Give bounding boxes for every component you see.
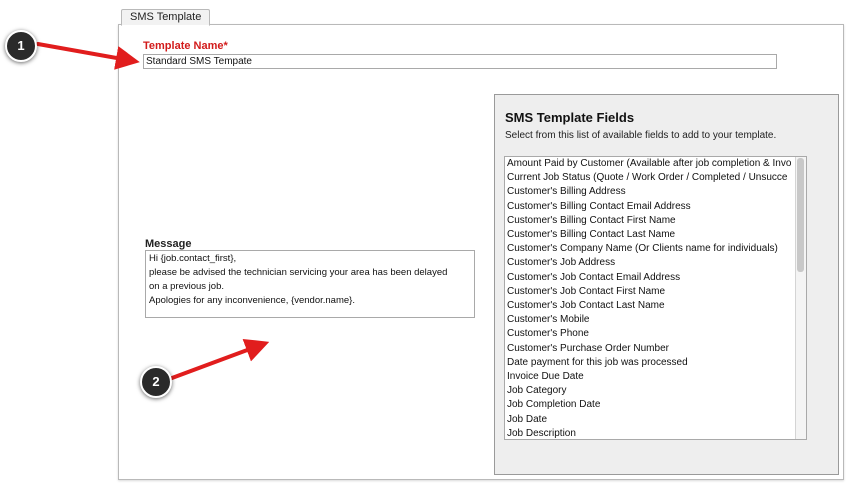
arrow-to-message [170,338,270,380]
arrow-to-template-name [36,42,140,70]
callout-marker-2: 2 [140,366,172,398]
annotation-arrows [36,42,270,380]
callout-marker-1: 1 [5,30,37,62]
tab-sms-template[interactable]: SMS Template [121,9,211,26]
